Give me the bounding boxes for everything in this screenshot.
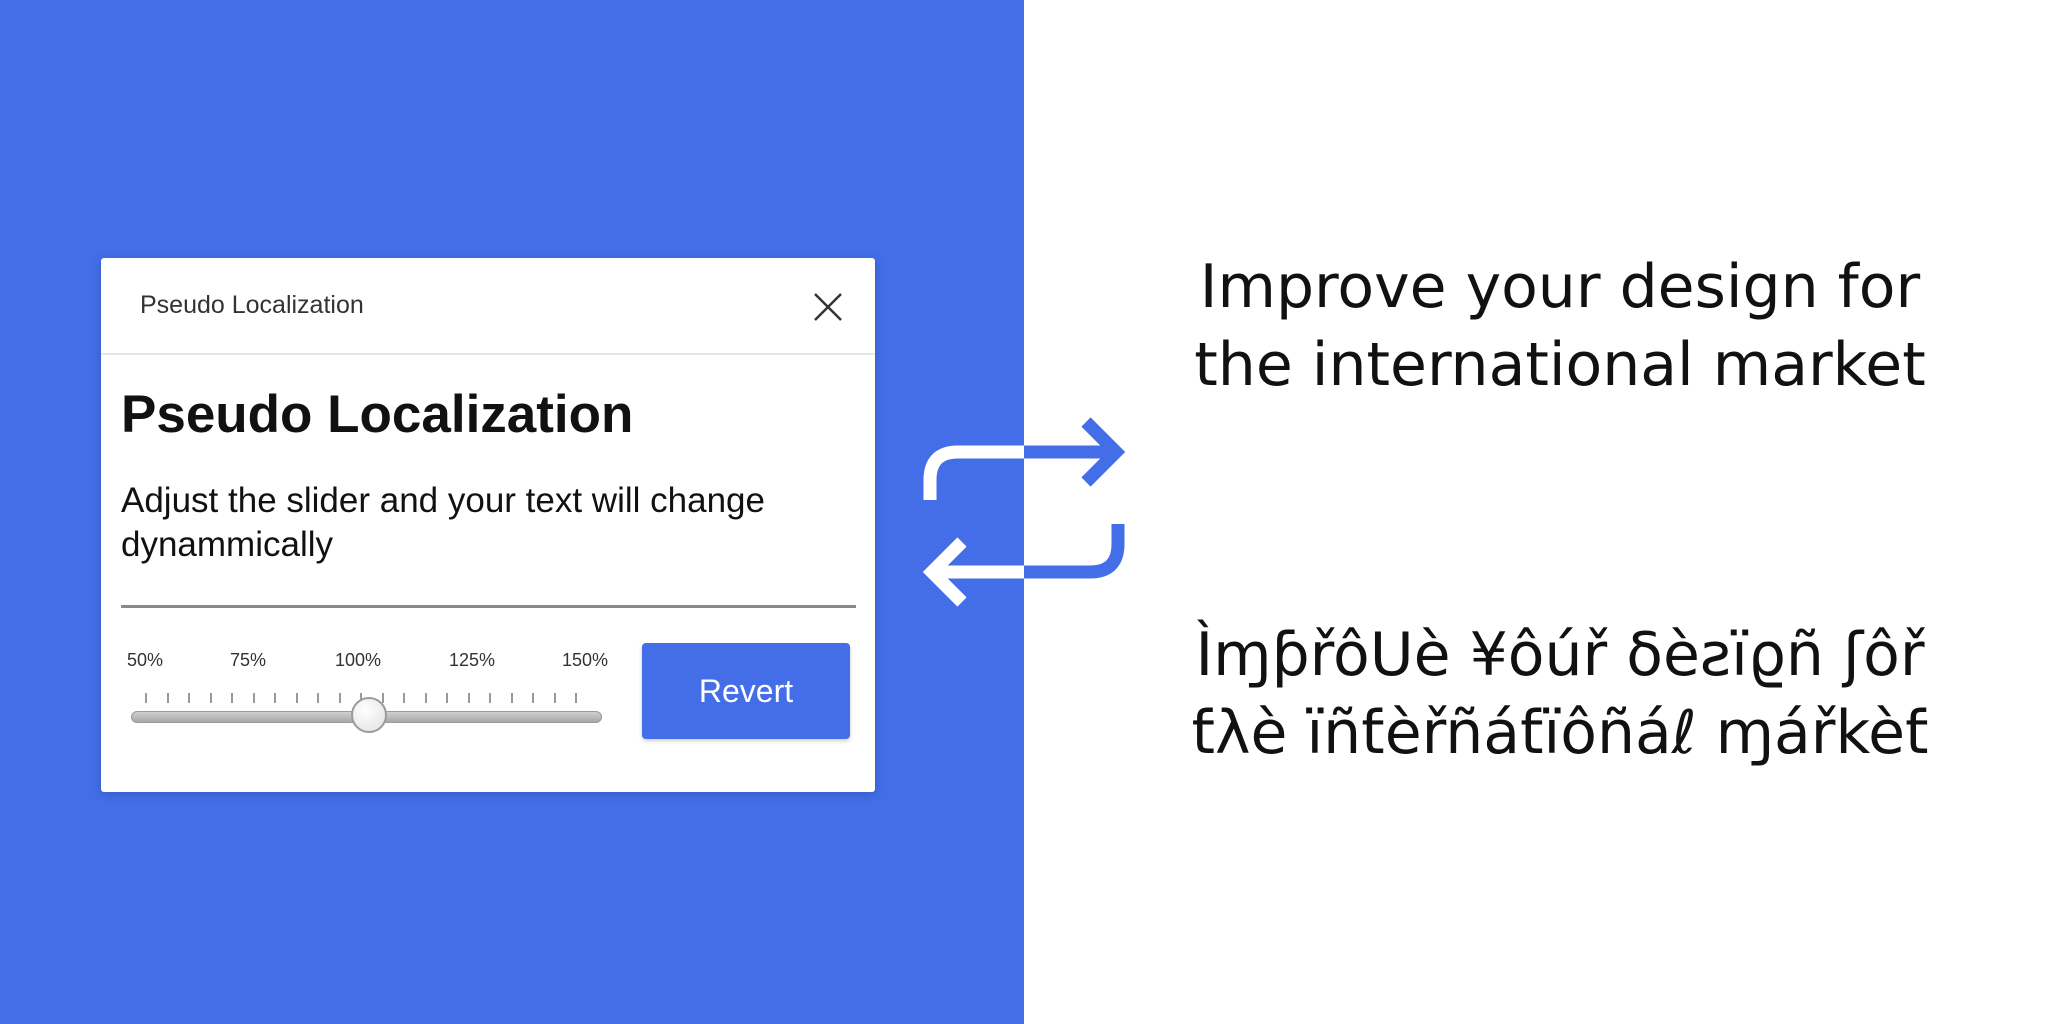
slider-tick-mark — [145, 693, 147, 703]
scale-slider-thumb[interactable] — [350, 697, 387, 733]
pseudo-text-line-1: Ìɱƥřôᑌè ¥ôúř δèƨïϱñ ʃôř — [1195, 620, 1925, 690]
slider-tick-mark — [424, 693, 427, 703]
close-icon — [814, 293, 842, 321]
tick-label-100: 100% — [334, 650, 382, 670]
slider-tick-mark — [295, 693, 298, 703]
tick-label-50: 50% — [126, 650, 164, 670]
slider-tick-mark — [188, 693, 190, 703]
slider-tick-mark — [274, 693, 276, 703]
original-text-line-2: the international market — [1194, 330, 1926, 400]
slider-tick-mark — [575, 693, 577, 703]
original-text: Improve your design for the internationa… — [1180, 248, 1940, 404]
slider-tick-mark — [338, 693, 341, 703]
slider-tick-mark — [446, 693, 448, 703]
dialog-title: Pseudo Localization — [140, 291, 364, 319]
divider — [121, 605, 856, 608]
tick-label-150: 150% — [561, 650, 609, 670]
left-panel: Pseudo Localization Pseudo Localization … — [0, 0, 1024, 1024]
dialog-heading: Pseudo Localization — [121, 385, 634, 444]
pseudo-text-line-2: ƭλè ïñƭèřñáƭïôñáℓ ɱářkèƭ — [1191, 698, 1929, 768]
dialog-description: Adjust the slider and your text will cha… — [121, 481, 765, 564]
swap-arrows-icon — [922, 417, 1126, 607]
slider-tick-mark — [209, 693, 212, 703]
slider-tick-mark — [467, 693, 470, 703]
slider-tick-mark — [317, 693, 319, 703]
tick-label-125: 125% — [448, 650, 496, 670]
slider-tick-labels: 50% 75% 100% 125% 150% — [125, 650, 608, 676]
slider-tick-mark — [231, 693, 233, 703]
dialog-header: Pseudo Localization — [101, 258, 875, 355]
slider-tick-mark — [510, 693, 513, 703]
revert-button[interactable]: Revert — [642, 643, 850, 739]
pseudo-localized-text: Ìɱƥřôᑌè ¥ôúř δèƨïϱñ ʃôř ƭλè ïñƭèřñáƭïôñá… — [1180, 616, 1940, 772]
slider-tick-mark — [532, 693, 534, 703]
slider-tick-mark — [403, 693, 405, 703]
slider-tick-mark — [553, 693, 556, 703]
tick-label-75: 75% — [229, 650, 267, 670]
pseudo-localization-dialog: Pseudo Localization Pseudo Localization … — [101, 258, 875, 792]
slider-tick-mark — [489, 693, 491, 703]
original-text-line-1: Improve your design for — [1199, 252, 1921, 322]
slider-tick-mark — [252, 693, 255, 703]
close-button[interactable] — [803, 282, 853, 332]
slider-tick-mark — [166, 693, 169, 703]
